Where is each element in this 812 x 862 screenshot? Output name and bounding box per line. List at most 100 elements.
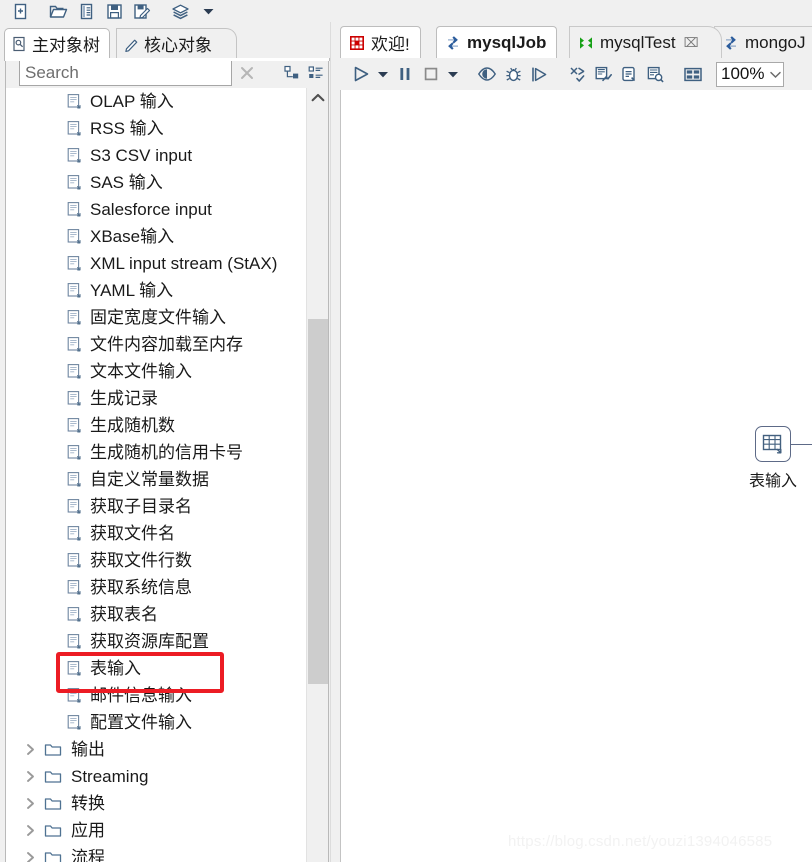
pause-button[interactable] — [392, 61, 418, 87]
view-options-icon — [308, 66, 323, 78]
step-icon — [63, 385, 85, 412]
tab-mysqljob[interactable]: mysqlJob — [436, 26, 558, 58]
tree-item[interactable]: S3 CSV input — [6, 142, 307, 169]
chevron-right-icon[interactable] — [18, 790, 42, 817]
tree-item[interactable]: YAML 输入 — [6, 277, 307, 304]
tree-item[interactable]: 自定义常量数据 — [6, 466, 307, 493]
analyze-impact-button[interactable] — [590, 61, 616, 87]
tree-item[interactable]: 获取表名 — [6, 601, 307, 628]
layers-icon — [171, 4, 189, 19]
scroll-up-button[interactable] — [307, 88, 328, 108]
save-button[interactable] — [100, 1, 128, 21]
tree-item[interactable]: XML input stream (StAX) — [6, 250, 307, 277]
explorer-button[interactable] — [72, 1, 100, 21]
tree-item[interactable]: 获取文件名 — [6, 520, 307, 547]
tree-item[interactable]: 获取系统信息 — [6, 574, 307, 601]
step-icon — [63, 493, 85, 520]
tree-folder-label: 转换 — [71, 794, 105, 813]
tab-core-objects[interactable]: 核心对象 — [116, 28, 237, 58]
tree-folder[interactable]: Streaming — [6, 763, 307, 790]
collapse-all-button[interactable] — [280, 61, 304, 85]
explorer-icon — [80, 3, 92, 19]
tree-vertical-scrollbar[interactable] — [306, 88, 328, 862]
tree-item[interactable]: OLAP 输入 — [6, 88, 307, 115]
tree-item[interactable]: 生成随机数 — [6, 412, 307, 439]
save-as-button[interactable] — [128, 1, 156, 21]
tree-item[interactable]: XBase输入 — [6, 223, 307, 250]
preview-button[interactable] — [474, 61, 500, 87]
tree-item-label: 文件内容加载至内存 — [90, 335, 243, 354]
tree-item-label: 获取资源库配置 — [90, 632, 209, 651]
new-file-button[interactable] — [6, 1, 34, 21]
step-icon — [63, 466, 85, 493]
tree-scroll-area: OLAP 输入 RSS 输入 S3 CSV input SAS 输入 Salesforc… — [6, 88, 307, 862]
chevron-right-icon[interactable] — [18, 844, 42, 862]
tree-item[interactable]: 获取文件行数 — [6, 547, 307, 574]
tree-folder[interactable]: 应用 — [6, 817, 307, 844]
scrollbar-thumb[interactable] — [308, 319, 328, 684]
tree-item[interactable]: 获取子目录名 — [6, 493, 307, 520]
left-tabs-rail — [4, 58, 330, 61]
caret-down-icon — [378, 72, 388, 78]
tree-item-label: 获取文件行数 — [90, 551, 192, 570]
replay-button[interactable] — [526, 61, 552, 87]
debug-button[interactable] — [500, 61, 526, 87]
main-toolbar — [0, 0, 812, 22]
stop-button[interactable] — [418, 61, 444, 87]
chevron-right-icon[interactable] — [18, 736, 42, 763]
tree-folder[interactable]: 流程 — [6, 844, 307, 862]
chevron-right-icon[interactable] — [18, 817, 42, 844]
toolbar-overflow-button[interactable] — [194, 1, 222, 21]
panel-splitter[interactable] — [330, 22, 336, 862]
folder-icon — [42, 790, 64, 817]
stop-options-button[interactable] — [444, 61, 462, 87]
canvas-step-table-input[interactable]: 表输入 — [749, 426, 797, 491]
verify-button[interactable] — [564, 61, 590, 87]
folder-icon — [42, 817, 64, 844]
search-input[interactable] — [19, 60, 232, 86]
design-view-panel: 主对象树 核心对象 Search OLAP 输入 RSS 输入 S3 CSV i… — [0, 22, 334, 862]
tab-mysqljob-label: mysqlJob — [467, 32, 547, 52]
tree-item[interactable]: 配置文件输入 — [6, 709, 307, 736]
tree-item[interactable]: 生成记录 — [6, 385, 307, 412]
tree-item[interactable]: 获取资源库配置 — [6, 628, 307, 655]
tree-item[interactable]: RSS 输入 — [6, 115, 307, 142]
tab-welcome[interactable]: 欢迎! — [340, 26, 421, 58]
zoom-level-combo[interactable]: 100% — [716, 61, 784, 87]
transformation-canvas[interactable]: 表输入 — [340, 90, 812, 862]
welcome-grid-icon — [349, 35, 365, 51]
tree-item[interactable]: 生成随机的信用卡号 — [6, 439, 307, 466]
tree-item-label: 获取文件名 — [90, 524, 175, 543]
tree-item[interactable]: 文本文件输入 — [6, 358, 307, 385]
tab-main-object-tree[interactable]: 主对象树 — [4, 28, 110, 58]
get-sql-button[interactable] — [616, 61, 642, 87]
layers-button[interactable] — [166, 1, 194, 21]
open-file-button[interactable] — [44, 1, 72, 21]
tree-item[interactable]: 固定宽度文件输入 — [6, 304, 307, 331]
tab-mysqltest[interactable]: mysqlTest ⌧ — [569, 26, 722, 58]
tree-folder[interactable]: 输出 — [6, 736, 307, 763]
tab-close-button[interactable]: ⌧ — [684, 35, 699, 51]
chevron-right-icon[interactable] — [18, 763, 42, 790]
tree-item-label: 获取系统信息 — [90, 578, 192, 597]
run-button[interactable] — [348, 61, 374, 87]
tree-item-label: 生成随机的信用卡号 — [90, 443, 243, 462]
tree-item[interactable]: Salesforce input — [6, 196, 307, 223]
grid-view-button[interactable] — [680, 61, 706, 87]
tree-item[interactable]: SAS 输入 — [6, 169, 307, 196]
impact-icon — [595, 66, 612, 81]
step-icon — [63, 142, 85, 169]
step-icon — [63, 628, 85, 655]
tree-item[interactable]: 表输入 — [6, 655, 307, 682]
step-icon — [63, 709, 85, 736]
view-options-button[interactable] — [304, 61, 328, 85]
run-options-button[interactable] — [374, 61, 392, 87]
tree-item-label: Salesforce input — [90, 200, 212, 219]
tree-folder[interactable]: 转换 — [6, 790, 307, 817]
tree-item[interactable]: 文件内容加载至内存 — [6, 331, 307, 358]
play-icon — [354, 66, 369, 82]
tab-mongoj[interactable]: mongoJ — [714, 26, 812, 58]
tree-item[interactable]: 邮件信息输入 — [6, 682, 307, 709]
search-clear-button[interactable] — [232, 60, 262, 86]
show-results-button[interactable] — [642, 61, 668, 87]
